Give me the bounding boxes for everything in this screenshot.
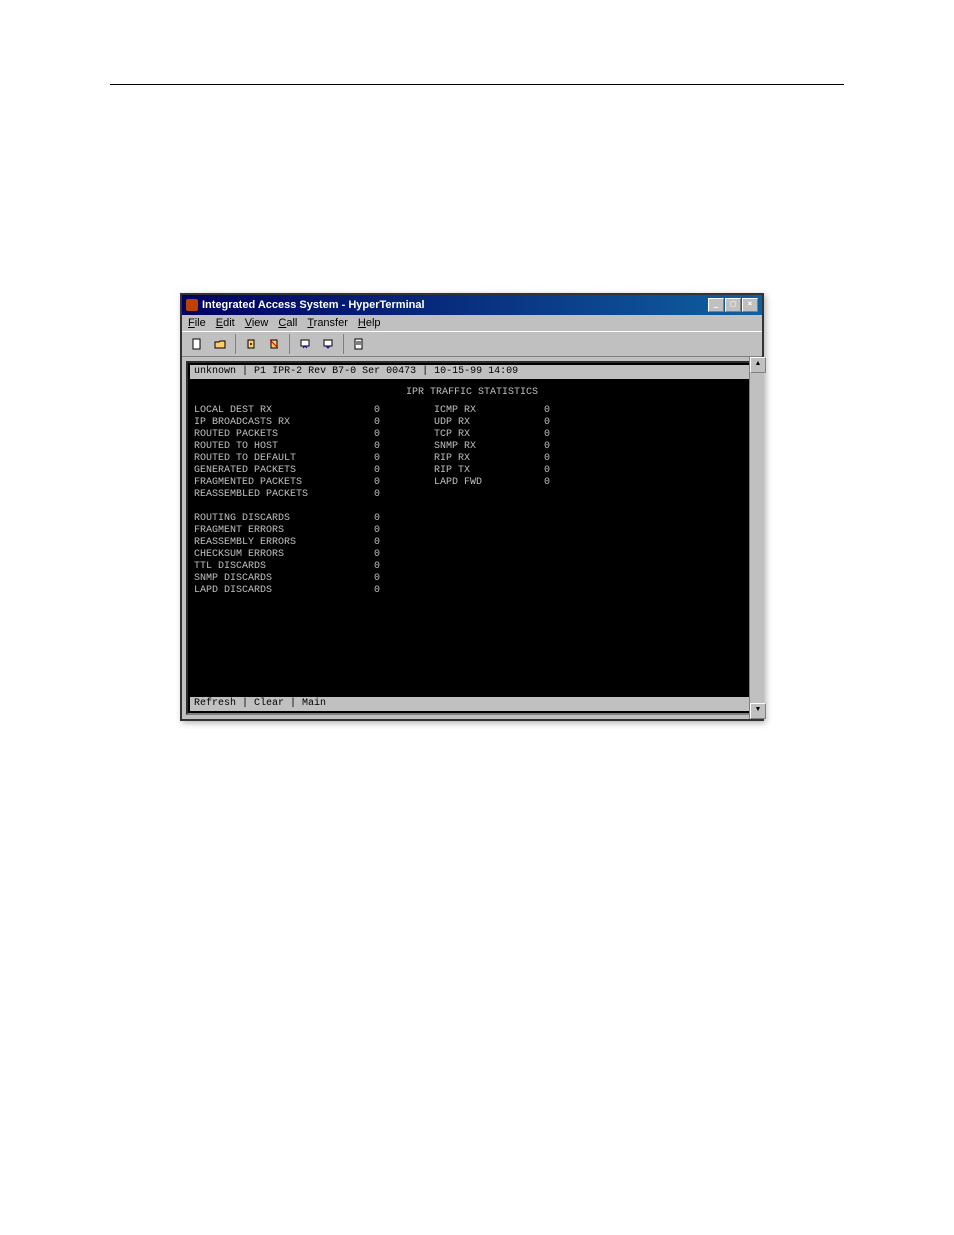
menu-file[interactable]: File bbox=[188, 317, 206, 329]
titlebar[interactable]: Integrated Access System - HyperTerminal… bbox=[182, 295, 762, 315]
minimize-button[interactable]: _ bbox=[708, 298, 724, 312]
stat-row: FRAGMENT ERRORS 0 bbox=[194, 525, 750, 537]
stat-row: SNMP DISCARDS 0 bbox=[194, 573, 750, 585]
send-icon[interactable] bbox=[294, 334, 316, 354]
properties-icon[interactable] bbox=[348, 334, 370, 354]
terminal-screen[interactable]: unknown | P1 IPR-2 Rev B7-0 Ser 00473 | … bbox=[186, 361, 758, 715]
menubar: File Edit View Call Transfer Help bbox=[182, 315, 762, 331]
close-button[interactable]: × bbox=[742, 298, 758, 312]
stat-row: LOCAL DEST RX 0ICMP RX 0 bbox=[194, 405, 750, 417]
connect-icon[interactable] bbox=[240, 334, 262, 354]
scroll-down-icon[interactable]: ▼ bbox=[750, 703, 766, 719]
stat-row: LAPD DISCARDS 0 bbox=[194, 585, 750, 597]
menu-help[interactable]: Help bbox=[358, 317, 381, 329]
terminal-title: IPR TRAFFIC STATISTICS bbox=[188, 381, 756, 405]
scroll-up-icon[interactable]: ▲ bbox=[750, 357, 766, 373]
stat-row: ROUTING DISCARDS 0 bbox=[194, 513, 750, 525]
terminal-status-header: unknown | P1 IPR-2 Rev B7-0 Ser 00473 | … bbox=[190, 365, 754, 379]
page-divider bbox=[110, 84, 844, 85]
window-title: Integrated Access System - HyperTerminal bbox=[202, 299, 425, 311]
app-icon bbox=[186, 299, 198, 311]
stat-row: CHECKSUM ERRORS 0 bbox=[194, 549, 750, 561]
stats-block-1: LOCAL DEST RX 0ICMP RX 0IP BROADCASTS RX… bbox=[188, 405, 756, 501]
hyperterminal-window: Integrated Access System - HyperTerminal… bbox=[180, 293, 764, 721]
stat-row: ROUTED TO DEFAULT 0RIP RX 0 bbox=[194, 453, 750, 465]
stat-row: REASSEMBLY ERRORS 0 bbox=[194, 537, 750, 549]
stat-row: FRAGMENTED PACKETS 0LAPD FWD 0 bbox=[194, 477, 750, 489]
disconnect-icon[interactable] bbox=[263, 334, 285, 354]
menu-edit[interactable]: Edit bbox=[216, 317, 235, 329]
new-file-icon[interactable] bbox=[186, 334, 208, 354]
menu-view[interactable]: View bbox=[245, 317, 269, 329]
stat-row: REASSEMBLED PACKETS 0 bbox=[194, 489, 750, 501]
stat-row: TTL DISCARDS 0 bbox=[194, 561, 750, 573]
stat-row: IP BROADCASTS RX 0UDP RX 0 bbox=[194, 417, 750, 429]
toolbar bbox=[182, 331, 762, 357]
open-file-icon[interactable] bbox=[209, 334, 231, 354]
menu-transfer[interactable]: Transfer bbox=[307, 317, 348, 329]
maximize-button[interactable]: □ bbox=[725, 298, 741, 312]
stat-row: ROUTED TO HOST 0SNMP RX 0 bbox=[194, 441, 750, 453]
menu-call[interactable]: Call bbox=[278, 317, 297, 329]
terminal-footer-menu[interactable]: Refresh | Clear | Main bbox=[190, 697, 754, 711]
stat-row: ROUTED PACKETS 0TCP RX 0 bbox=[194, 429, 750, 441]
receive-icon[interactable] bbox=[317, 334, 339, 354]
stats-block-2: ROUTING DISCARDS 0FRAGMENT ERRORS 0REASS… bbox=[188, 513, 756, 597]
vertical-scrollbar[interactable]: ▲ ▼ bbox=[749, 357, 764, 719]
stat-row: GENERATED PACKETS 0RIP TX 0 bbox=[194, 465, 750, 477]
